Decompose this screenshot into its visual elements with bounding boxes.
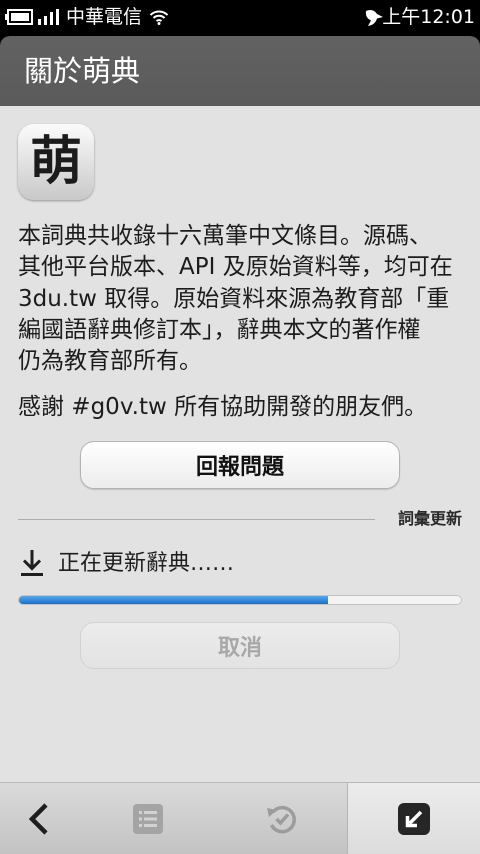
about-text: 本詞典共收錄十六萬筆中文條目。源碼、 其他平台版本、API 及原始資料等，均可在… — [18, 221, 468, 377]
minimize-button[interactable] — [347, 783, 480, 854]
minimize-icon — [398, 802, 430, 835]
battery-icon — [4, 8, 34, 26]
about-line: 其他平台版本、API 及原始資料等，均可在 — [18, 254, 453, 281]
thanks-text: 感謝 #g0v.tw 所有協助開發的朋友們。 — [18, 394, 428, 420]
about-line: 3du.tw 取得。原始資料來源為教育部「重 — [18, 285, 450, 312]
section-divider — [18, 519, 375, 520]
download-icon — [19, 548, 45, 578]
list-button[interactable] — [78, 783, 217, 854]
about-line: 仍為教育部所有。 — [18, 348, 202, 375]
app-logo-glyph: 萌 — [29, 131, 82, 192]
page-title: 關於萌典 — [24, 54, 141, 88]
report-issue-label: 回報問題 — [195, 455, 284, 480]
history-button[interactable] — [217, 783, 347, 854]
cancel-button[interactable]: 取消 — [80, 622, 400, 669]
progress-fill — [19, 596, 329, 604]
carrier-name: 中華電信 — [66, 6, 143, 28]
wifi-icon — [149, 9, 169, 25]
clock: 上午12:01 — [382, 6, 475, 28]
progress-bar — [18, 595, 462, 605]
content-area: 萌 本詞典共收錄十六萬筆中文條目。源碼、 其他平台版本、API 及原始資料等，均… — [0, 106, 480, 782]
signal-icon — [38, 9, 60, 25]
list-icon — [132, 803, 163, 834]
cancel-label: 取消 — [217, 635, 262, 661]
status-bar: 中華電信 上午12:01 — [0, 0, 480, 36]
about-line: 編國語辭典修訂本」，辭典本文的著作權 — [18, 316, 421, 343]
bottom-toolbar — [0, 782, 480, 854]
report-issue-button[interactable]: 回報問題 — [80, 441, 400, 489]
back-icon — [27, 801, 51, 837]
update-status-text: 正在更新辭典…… — [58, 551, 235, 576]
about-line: 本詞典共收錄十六萬筆中文條目。源碼、 — [18, 223, 432, 249]
back-button[interactable] — [0, 783, 78, 854]
app-logo-icon: 萌 — [18, 124, 94, 200]
page-header: 關於萌典 — [0, 36, 480, 106]
screen: 中華電信 上午12:01 關於萌典 萌 本詞典共收錄十六萬筆中文條目。源碼、 其… — [0, 0, 480, 854]
history-icon — [265, 802, 299, 836]
section-label: 詞彙更新 — [397, 509, 462, 528]
